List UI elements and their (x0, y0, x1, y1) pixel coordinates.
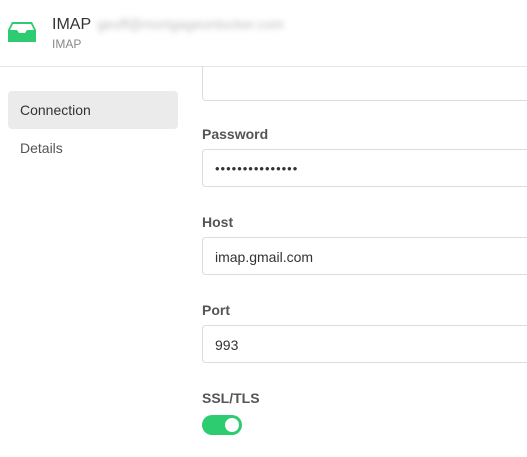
port-field[interactable]: 993 (202, 325, 527, 363)
account-email: geoff@mortgageonlocker.com (97, 16, 284, 32)
port-label: Port (202, 302, 230, 318)
title-text: IMAP (52, 16, 92, 33)
host-field[interactable]: imap.gmail.com (202, 237, 527, 275)
password-field[interactable]: ••••••••••••••• (202, 149, 527, 187)
toggle-knob (225, 418, 239, 432)
ssl-toggle[interactable] (202, 415, 242, 435)
page-title: IMAP geoff@mortgageonlocker.com (52, 16, 284, 34)
page-header: IMAP geoff@mortgageonlocker.com IMAP (0, 0, 527, 67)
password-label: Password (202, 126, 269, 142)
sidebar-item-connection[interactable]: Connection (8, 91, 178, 129)
host-label: Host (202, 214, 234, 230)
sidebar: Connection Details (8, 91, 178, 167)
ssl-label: SSL/TLS (202, 390, 260, 406)
page-subtitle: IMAP (52, 37, 82, 51)
inbox-tray-icon (8, 22, 36, 42)
sidebar-item-details[interactable]: Details (8, 129, 178, 167)
previous-field-input[interactable] (202, 66, 527, 101)
